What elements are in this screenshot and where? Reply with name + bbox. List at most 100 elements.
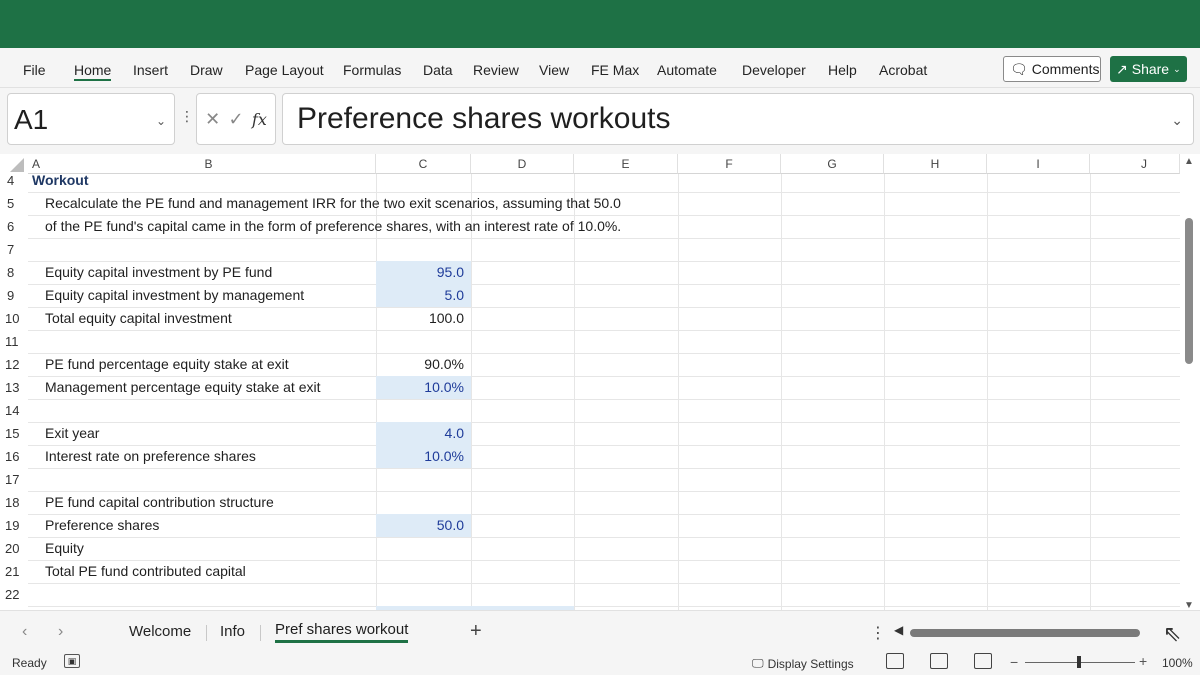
row-header-21[interactable]: 21 bbox=[0, 560, 28, 583]
row-header-17[interactable]: 17 bbox=[0, 468, 28, 491]
row-header-15[interactable]: 15 bbox=[0, 422, 28, 445]
row-header-20[interactable]: 20 bbox=[0, 537, 28, 560]
sheet-tab-info[interactable]: Info bbox=[220, 623, 245, 640]
cell-c10[interactable]: 100.0 bbox=[376, 307, 471, 330]
page-layout-view-icon[interactable] bbox=[930, 653, 948, 669]
chevron-right-icon[interactable]: › bbox=[58, 623, 63, 641]
display-settings-button[interactable]: 🖵︎ Display Settings bbox=[752, 656, 854, 671]
cell-b21[interactable]: Total PE fund contributed capital bbox=[45, 560, 246, 583]
cell-b5[interactable]: Recalculate the PE fund and management I… bbox=[45, 192, 621, 215]
vertical-scrollbar[interactable]: ▲ ▼ bbox=[1180, 154, 1200, 611]
formula-input[interactable]: Preference shares workouts ⌄ bbox=[282, 93, 1194, 145]
scroll-left-icon[interactable]: ◀ bbox=[894, 623, 903, 637]
column-header-f[interactable]: F bbox=[678, 154, 781, 174]
cell-c16[interactable]: 10.0% bbox=[376, 445, 471, 468]
cell-b6[interactable]: of the PE fund's capital came in the for… bbox=[45, 215, 621, 238]
name-box[interactable]: A1 ⌄ bbox=[7, 93, 175, 145]
share-button[interactable]: ↗ Share ⌄ bbox=[1110, 56, 1187, 82]
vertical-scroll-thumb[interactable] bbox=[1185, 218, 1193, 364]
cell-c9[interactable]: 5.0 bbox=[376, 284, 471, 307]
tab-formulas[interactable]: Formulas bbox=[343, 62, 401, 78]
zoom-slider-knob[interactable] bbox=[1077, 656, 1081, 668]
cell-b9[interactable]: Equity capital investment by management bbox=[45, 284, 304, 307]
chevron-down-icon[interactable]: ⌄ bbox=[156, 114, 166, 128]
row-header-13[interactable]: 13 bbox=[0, 376, 28, 399]
expand-formula-icon[interactable]: ⌄ bbox=[1171, 112, 1183, 129]
comments-button[interactable]: 🗨︎ Comments bbox=[1003, 56, 1101, 82]
monitor-icon: 🖵︎ bbox=[752, 656, 764, 670]
sheet-tab-pref-shares-workout[interactable]: Pref shares workout bbox=[275, 621, 409, 643]
column-header-e[interactable]: E bbox=[574, 154, 678, 174]
cell-b8[interactable]: Equity capital investment by PE fund bbox=[45, 261, 272, 284]
column-header-j[interactable]: J bbox=[1090, 154, 1180, 174]
cell-b19[interactable]: Preference shares bbox=[45, 514, 159, 537]
row-header-11[interactable]: 11 bbox=[0, 330, 28, 353]
tab-help[interactable]: Help bbox=[828, 62, 857, 78]
cell-b10[interactable]: Total equity capital investment bbox=[45, 307, 232, 330]
tab-view[interactable]: View bbox=[539, 62, 569, 78]
row-header-8[interactable]: 8 bbox=[0, 261, 28, 284]
horizontal-scroll-thumb[interactable] bbox=[910, 629, 1140, 637]
row-header-9[interactable]: 9 bbox=[0, 284, 28, 307]
tab-automate[interactable]: Automate bbox=[657, 62, 717, 78]
cell-c13[interactable]: 10.0% bbox=[376, 376, 471, 399]
cancel-icon[interactable]: ✕ bbox=[205, 109, 220, 130]
more-icon[interactable]: ⋮ bbox=[180, 108, 194, 125]
insert-function-icon[interactable]: fx bbox=[252, 110, 267, 129]
cell-b15[interactable]: Exit year bbox=[45, 422, 99, 445]
zoom-in-icon[interactable]: + bbox=[1139, 653, 1147, 669]
row-header-7[interactable]: 7 bbox=[0, 238, 28, 261]
row-header-22[interactable]: 22 bbox=[0, 583, 28, 606]
chevron-left-icon[interactable]: ‹ bbox=[22, 623, 27, 641]
tab-draw[interactable]: Draw bbox=[190, 62, 223, 78]
cell-c15[interactable]: 4.0 bbox=[376, 422, 471, 445]
cell-c8[interactable]: 95.0 bbox=[376, 261, 471, 284]
row-header-6[interactable]: 6 bbox=[0, 215, 28, 238]
cell-b12[interactable]: PE fund percentage equity stake at exit bbox=[45, 353, 289, 376]
row-header-5[interactable]: 5 bbox=[0, 192, 28, 215]
row-header-19[interactable]: 19 bbox=[0, 514, 28, 537]
tab-insert[interactable]: Insert bbox=[133, 62, 168, 78]
tab-acrobat[interactable]: Acrobat bbox=[879, 62, 927, 78]
row-header-12[interactable]: 12 bbox=[0, 353, 28, 376]
cell-b18[interactable]: PE fund capital contribution structure bbox=[45, 491, 274, 514]
column-header-i[interactable]: I bbox=[987, 154, 1090, 174]
accessibility-icon[interactable]: ▣ bbox=[64, 654, 80, 668]
row-header-16[interactable]: 16 bbox=[0, 445, 28, 468]
tab-file[interactable]: File bbox=[23, 62, 46, 78]
column-header-b[interactable]: B bbox=[42, 154, 376, 174]
cell-b16[interactable]: Interest rate on preference shares bbox=[45, 445, 256, 468]
tab-data[interactable]: Data bbox=[423, 62, 453, 78]
tab-home[interactable]: Home bbox=[74, 62, 112, 81]
tab-page-layout[interactable]: Page Layout bbox=[245, 62, 324, 78]
tab-fe-max[interactable]: FE Max bbox=[591, 62, 639, 78]
column-header-h[interactable]: H bbox=[884, 154, 987, 174]
row-header-14[interactable]: 14 bbox=[0, 399, 28, 422]
spreadsheet-grid[interactable]: A B C D E F G H I J 4 5 6 7 8 9 10 11 12… bbox=[0, 154, 1200, 610]
page-break-view-icon[interactable] bbox=[974, 653, 992, 669]
add-sheet-icon[interactable]: + bbox=[470, 620, 482, 643]
sheet-tab-welcome[interactable]: Welcome bbox=[129, 623, 191, 640]
cell-c12[interactable]: 90.0% bbox=[376, 353, 471, 376]
row-header-4[interactable]: 4 bbox=[0, 169, 28, 192]
normal-view-icon[interactable] bbox=[886, 653, 904, 669]
row-header-10[interactable]: 10 bbox=[0, 307, 28, 330]
cell-c19[interactable]: 50.0 bbox=[376, 514, 471, 537]
scroll-up-icon[interactable]: ▲ bbox=[1184, 156, 1194, 167]
zoom-out-icon[interactable]: − bbox=[1010, 654, 1018, 670]
tab-developer[interactable]: Developer bbox=[742, 62, 806, 78]
cell-b20[interactable]: Equity bbox=[45, 537, 84, 560]
more-icon[interactable]: ⋮ bbox=[870, 623, 886, 643]
title-bar bbox=[0, 0, 1200, 48]
zoom-level[interactable]: 100% bbox=[1162, 656, 1193, 670]
tab-review[interactable]: Review bbox=[473, 62, 519, 78]
formula-bar: A1 ⌄ ⋮ ✕ ✓ fx Preference shares workouts… bbox=[0, 88, 1200, 154]
cell-b13[interactable]: Management percentage equity stake at ex… bbox=[45, 376, 321, 399]
column-header-c[interactable]: C bbox=[376, 154, 471, 174]
row-header-18[interactable]: 18 bbox=[0, 491, 28, 514]
column-header-g[interactable]: G bbox=[781, 154, 884, 174]
formula-text: Preference shares workouts bbox=[297, 102, 671, 135]
column-header-d[interactable]: D bbox=[471, 154, 574, 174]
enter-icon[interactable]: ✓ bbox=[229, 109, 244, 130]
cell-a4-title[interactable]: Workout bbox=[32, 169, 89, 192]
